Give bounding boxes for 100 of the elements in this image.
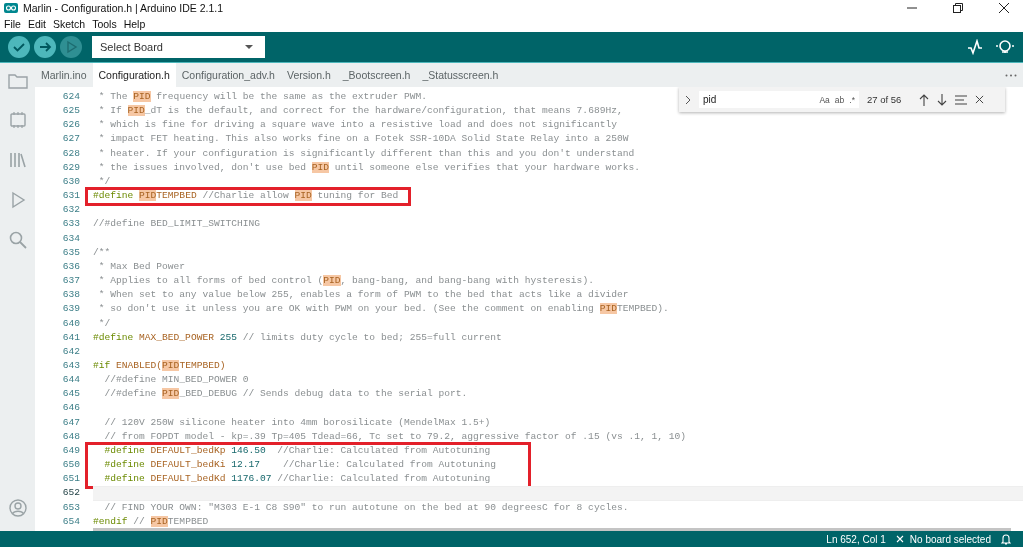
line-number: 640: [61, 316, 81, 331]
search-icon[interactable]: [8, 231, 27, 249]
code-comment: // limits duty cycle to bed; 255=full current: [241, 331, 502, 343]
line-number: 631: [61, 189, 81, 204]
code-number: 146.50: [231, 444, 266, 456]
code-macro: ENABLED(: [116, 359, 163, 371]
find-option[interactable]: .*: [849, 94, 855, 105]
more-icon[interactable]: [1005, 73, 1017, 77]
line-number: 651: [61, 472, 81, 487]
code-macro: DEFAULT_bedKp: [150, 444, 227, 456]
code-comment: * impact FET heating. This also works fine on a Fotek SSR-10DA Solid State Relay into a 250W: [97, 133, 629, 145]
serial-plotter-icon[interactable]: [967, 39, 983, 55]
line-number: 624: [61, 90, 81, 104]
code-comment: * Max Bed Power: [97, 260, 186, 272]
menu-item[interactable]: Help: [123, 18, 146, 30]
code-comment: * If: [97, 105, 123, 117]
file-tab[interactable]: _Bootscreen.h: [336, 63, 417, 87]
menu-item[interactable]: Sketch: [53, 18, 86, 30]
arrow-down-icon[interactable]: [937, 93, 948, 106]
code-comment: //#define: [103, 388, 158, 400]
code-macro: DEFAULT_bedKi: [150, 459, 227, 471]
code-comment: //Charlie: Calculated from Autotuning: [282, 459, 497, 471]
code-comment: */: [97, 175, 111, 187]
code-macro: TEMPBED): [179, 359, 226, 371]
close-icon: [895, 535, 904, 543]
code-comment: //Charlie: Calculated from Autotuning: [276, 473, 491, 485]
upload-icon[interactable]: [34, 36, 56, 58]
menu-item[interactable]: File: [4, 18, 21, 30]
line-number: 649: [61, 443, 81, 458]
verify-icon[interactable]: [8, 36, 30, 58]
line-number: 646: [61, 401, 81, 416]
search-match: PID: [599, 303, 617, 315]
close-icon[interactable]: [999, 3, 1009, 13]
code-comment: * Applies to all forms of bed control (: [97, 275, 324, 287]
file-tab[interactable]: Version.h: [280, 63, 337, 87]
file-tab[interactable]: Configuration_adv.h: [175, 63, 281, 87]
code-comment: //Charlie allow: [201, 190, 290, 202]
code-comment: * the issues involved, don't use bed: [97, 161, 308, 173]
menu-item[interactable]: Tools: [92, 18, 117, 30]
chevron-icon[interactable]: [685, 94, 691, 105]
code-comment: /**: [93, 246, 111, 258]
cursor-position[interactable]: Ln 652, Col 1: [826, 533, 886, 545]
line-number: 642: [61, 344, 81, 359]
file-tab[interactable]: Configuration.h: [92, 63, 176, 87]
restore-icon[interactable]: [953, 3, 963, 13]
find-option[interactable]: ab: [834, 94, 845, 105]
scrollbar[interactable]: [93, 528, 1011, 531]
line-number: 628: [61, 146, 81, 161]
board-select[interactable]: Select Board: [92, 36, 265, 58]
line-number: 653: [61, 500, 81, 515]
code-comment: //: [132, 515, 146, 527]
account-icon[interactable]: [8, 499, 27, 517]
line-number: 638: [61, 288, 81, 303]
line-number: 648: [61, 429, 81, 444]
line-number: 645: [61, 387, 81, 402]
folder-icon[interactable]: [7, 73, 28, 89]
find-input[interactable]: pid Aa ab .*: [699, 91, 859, 108]
code-directive: #define: [93, 190, 135, 202]
board-status[interactable]: No board selected: [909, 533, 991, 545]
search-match: PID: [133, 91, 151, 102]
line-number: 643: [61, 358, 81, 373]
search-match: PID: [150, 515, 168, 527]
search-match: PID: [323, 275, 341, 287]
selection-icon[interactable]: [955, 94, 968, 105]
menu-item[interactable]: Edit: [27, 18, 46, 30]
arrow-up-icon[interactable]: [919, 93, 930, 106]
line-number: 625: [61, 104, 81, 119]
code-comment: until someone else verifies that your hardware works.: [333, 161, 640, 173]
code-number: 12.17: [231, 459, 260, 471]
debug-icon[interactable]: [60, 36, 82, 58]
file-tab[interactable]: _Statusscreen.h: [416, 63, 505, 87]
code-number: 1176.07: [231, 473, 272, 485]
find-option[interactable]: Aa: [819, 94, 830, 105]
line-number: 647: [61, 415, 81, 430]
line-number: 632: [61, 203, 81, 218]
line-number: 630: [61, 174, 81, 189]
code-comment: _BED_DEBUG // Sends debug data to the serial port.: [179, 388, 468, 400]
window-title: Marlin - Configuration.h | Arduino IDE 2.1.1: [23, 2, 224, 14]
library-icon[interactable]: [8, 151, 27, 169]
code-macro: DEFAULT_bedKd: [150, 473, 227, 485]
line-number: 641: [61, 330, 81, 345]
search-match: PID: [294, 190, 312, 202]
code-directive: #define: [103, 473, 146, 485]
line-number: 627: [61, 132, 81, 147]
code-directive: #endif: [93, 515, 128, 527]
code-number: 255: [219, 331, 237, 343]
serial-monitor-icon[interactable]: [995, 39, 1015, 55]
line-number: 633: [61, 217, 81, 232]
code-macro: TEMPBED: [156, 190, 197, 202]
line-number: 634: [61, 231, 81, 246]
close-icon[interactable]: [975, 95, 985, 104]
code-comment: * The: [97, 91, 129, 102]
bell-icon[interactable]: [1001, 533, 1011, 545]
code-comment: tuning for Bed: [316, 190, 399, 202]
app-logo-icon: [4, 3, 18, 13]
board-icon[interactable]: [8, 111, 27, 129]
code-directive: #define: [103, 459, 146, 471]
code-directive: #define: [93, 331, 135, 343]
file-tab[interactable]: Marlin.ino: [35, 63, 93, 87]
search-match: PID: [162, 359, 180, 371]
